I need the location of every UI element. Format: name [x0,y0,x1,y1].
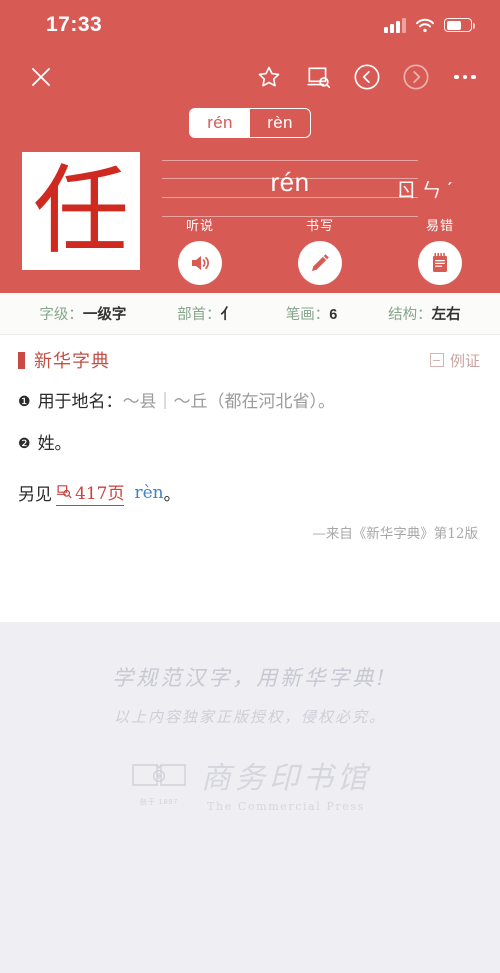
definition-text: 用于地名：〜县｜〜丘（都在河北省）。 [38,390,480,416]
zhuyin-text: ㄖㄣˊ [396,180,458,202]
character-panel: 任 rén ㄖㄣˊ 听说 书写 易错 [0,138,500,293]
signal-bars-icon [384,17,406,33]
see-also-prefix: 另见 [18,485,52,505]
character-card[interactable]: 任 [22,152,140,270]
definition-item: ❷ 姓。 [0,416,500,458]
publisher-name-block: 商务印书馆 The Commercial Press [201,753,371,813]
pronunciation-option-ren2[interactable]: rén [190,109,250,137]
action-listen-speak[interactable]: 听说 [140,215,260,285]
book-search-icon[interactable] [303,62,333,92]
info-key: 笔画： [285,307,330,323]
see-also-suffix: 。 [163,485,181,505]
nav-bar [0,50,500,104]
info-value: 一级字 [82,307,127,323]
definition-text: 姓。 [38,432,480,458]
definition-sense: 姓。 [37,433,72,454]
info-key: 字级： [39,307,83,323]
speaker-icon [178,241,222,285]
dictionary-section-header: 新华字典 例证 [0,335,500,381]
pronunciation-option-ren4[interactable]: rèn [250,109,310,137]
see-also-page-number: 417页 [75,484,125,504]
action-label: 听说 [185,218,214,233]
nav-left-group [26,62,254,92]
collapse-minus-icon [429,353,444,367]
character-glyph: 任 [33,155,129,267]
book-lookup-icon [56,483,73,500]
section-title: 新华字典 [34,351,110,372]
publisher-logo: 创于 1897 商务印书馆 The Commercial Press [129,753,371,813]
logo-established-text: 创于 1897 [139,798,179,806]
character-info-bar: 字级：一级字 部首：亻 笔画：6 结构：左右 [0,293,500,335]
info-item-strokes: 笔画：6 [286,303,338,324]
see-also-line: 另见 417页 rèn 。 [0,457,500,506]
see-also-reading: rèn [134,482,164,503]
battery-icon [444,18,476,32]
next-char-icon[interactable] [401,62,431,92]
wifi-icon [415,18,435,33]
info-value: 左右 [431,307,461,323]
prev-char-icon[interactable] [352,62,382,92]
definition-sense: 用于地名： [37,392,123,412]
open-book-logo-icon: 创于 1897 [129,760,189,807]
definition-number: ❶ [18,394,31,410]
status-icons [384,17,476,33]
info-value: 亻 [220,307,236,323]
footer-copyright: 以上内容独家正版授权，侵权必究。 [113,708,386,726]
section-marker [18,351,25,369]
header-panel: 17:33 rén rèn 任 rén ㄖㄣˊ 听说 书写 易错 [0,0,500,293]
status-clock: 17:33 [46,13,103,36]
footer-panel: 学规范汉字，用新华字典! 以上内容独家正版授权，侵权必究。 创于 1897 商务… [0,622,500,973]
more-options-icon[interactable] [450,62,480,92]
publisher-name-en: The Commercial Press [207,800,365,813]
definition-item: ❶ 用于地名：〜县｜〜丘（都在河北省）。 [0,381,500,416]
action-label: 书写 [305,218,334,233]
example-toggle-button[interactable]: 例证 [429,350,480,371]
see-also-page-link[interactable]: 417页 [56,479,125,506]
footer-slogan: 学规范汉字，用新华字典! [112,666,388,690]
dictionary-body: 新华字典 例证 ❶ 用于地名：〜县｜〜丘（都在河北省）。 ❷ 姓。 另见 417… [0,335,500,622]
character-detail-column: rén ㄖㄣˊ [140,152,500,218]
definition-example: 〜县｜〜丘（都在河北省）。 [122,392,336,412]
action-button-row: 听说 书写 易错 [140,215,500,285]
favorite-star-icon[interactable] [254,62,284,92]
info-item-level: 字级：一级字 [39,303,126,324]
status-bar: 17:33 [0,0,500,50]
info-key: 部首： [177,307,221,323]
info-item-structure: 结构：左右 [388,303,461,324]
dictionary-source: —来自《新华字典》第12版 [312,526,478,542]
pinyin-staff: rén ㄖㄣˊ [162,160,478,218]
dictionary-app: 17:33 rén rèn 任 rén ㄖㄣˊ 听说 书写 易错 字级：一级字 … [0,0,500,973]
action-common-errors[interactable]: 易错 [380,215,500,285]
info-value: 6 [329,307,338,323]
info-item-radical: 部首：亻 [177,303,235,324]
close-icon[interactable] [26,62,56,92]
staff-line [162,160,418,161]
example-toggle-label: 例证 [449,352,480,370]
pinyin-text: rén [270,167,310,197]
pronunciation-toggle: rén rèn [0,108,500,138]
action-writing[interactable]: 书写 [260,215,380,285]
info-key: 结构： [388,307,432,323]
publisher-name-cn: 商务印书馆 [201,761,371,796]
pencil-icon [298,241,342,285]
action-label: 易错 [425,218,454,233]
notebook-icon [418,241,462,285]
nav-right-group [254,62,480,92]
definition-number: ❷ [18,435,31,452]
